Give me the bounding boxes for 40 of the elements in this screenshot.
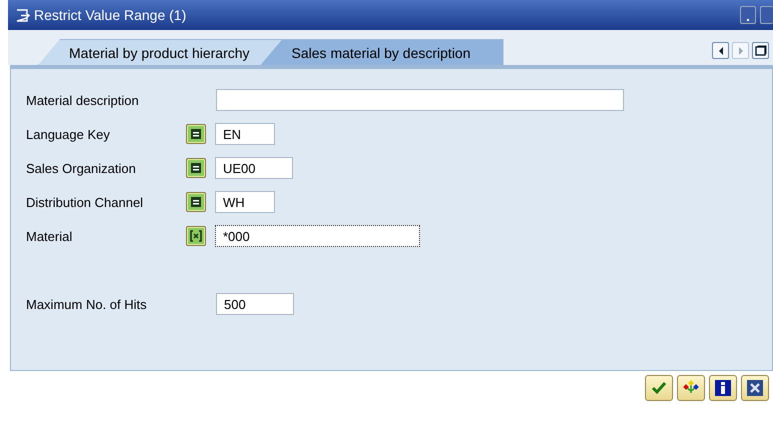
- equal-icon: [190, 196, 202, 208]
- tab[interactable]: Sales material by description: [260, 39, 504, 65]
- close-icon: [747, 380, 763, 396]
- tab[interactable]: Material by product hierarchy: [38, 39, 283, 65]
- hierarchy-button[interactable]: [677, 375, 705, 401]
- field-label: Maximum No. of Hits: [26, 296, 148, 312]
- right-arrow-icon: [736, 46, 744, 56]
- cancel-button[interactable]: [741, 375, 769, 401]
- field-label: Material description: [26, 92, 140, 108]
- dialog-icon: [16, 8, 30, 22]
- input-field[interactable]: UE00: [215, 157, 293, 179]
- minimize-icon: [747, 18, 749, 22]
- left-arrow-icon: [716, 46, 724, 56]
- operator-button[interactable]: [186, 124, 206, 144]
- operator-button[interactable]: [186, 226, 206, 246]
- scroll-left-button[interactable]: [712, 42, 729, 59]
- input-field[interactable]: *000: [215, 225, 420, 247]
- tab-list-button[interactable]: [752, 42, 769, 59]
- input-field[interactable]: [216, 89, 624, 111]
- info-icon: [715, 380, 731, 396]
- minimize-button[interactable]: [740, 6, 756, 24]
- field-label: Language Key: [26, 126, 111, 142]
- close-button[interactable]: [760, 6, 773, 24]
- hierarchy-icon: [682, 380, 700, 396]
- field-label: Distribution Channel: [26, 194, 144, 210]
- input-field[interactable]: WH: [215, 191, 275, 213]
- info-button[interactable]: [709, 375, 737, 401]
- field-label: Sales Organization: [26, 160, 137, 176]
- equal-icon: [190, 128, 202, 140]
- checkmark-icon: [651, 381, 667, 395]
- input-field[interactable]: EN: [215, 123, 275, 145]
- confirm-button[interactable]: [645, 375, 673, 401]
- window-list-icon: [754, 44, 766, 56]
- window-title: Restrict Value Range (1): [34, 7, 188, 23]
- operator-button[interactable]: [186, 192, 206, 212]
- field-label: Material: [26, 228, 74, 244]
- equal-icon: [190, 162, 202, 174]
- input-field[interactable]: 500: [216, 293, 294, 315]
- operator-button[interactable]: [186, 158, 206, 178]
- pattern-icon: [190, 230, 202, 242]
